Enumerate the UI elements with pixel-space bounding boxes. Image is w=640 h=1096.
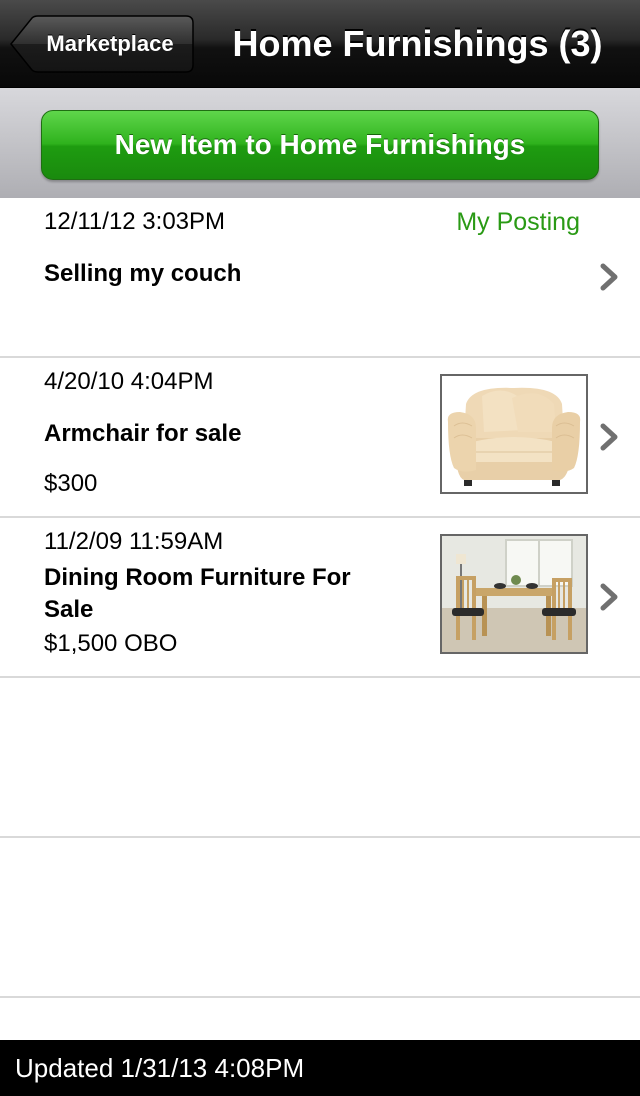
listing-title: Armchair for sale [44,420,242,447]
listing-date: 11/2/09 11:59AM [44,528,224,555]
my-posting-badge: My Posting [456,208,580,236]
listing-date: 12/11/12 3:03PM [44,208,226,235]
listing-title: Dining Room Furniture For Sale [44,564,351,623]
list-item[interactable]: 11/2/09 11:59AM Dining Room Furniture Fo… [0,518,640,678]
dining-room-image [442,536,586,652]
page-title: Home Furnishings (3) [232,23,603,64]
listing-title: Selling my couch [44,260,242,287]
list-item[interactable]: 12/11/12 3:03PM My Posting Selling my co… [0,198,640,358]
chevron-right-icon [600,583,618,611]
status-footer: Updated 1/31/13 4:08PM [0,1040,640,1096]
listing-date: 4/20/10 4:04PM [44,368,214,395]
chevron-right-icon [600,423,618,451]
listing-price: $1,500 OBO [44,630,178,657]
updated-timestamp: Updated 1/31/13 4:08PM [15,1053,305,1083]
action-band: New Item to Home Furnishings [0,88,640,198]
navigation-bar: Marketplace Home Furnishings (3) [0,0,640,88]
back-button-label: Marketplace [46,31,174,56]
list-item[interactable]: 4/20/10 4:04PM Armchair for sale $300 [0,358,640,518]
empty-row [0,678,640,838]
chevron-right-icon [600,263,618,291]
new-item-button[interactable]: New Item to Home Furnishings [41,110,599,180]
listing-price: $300 [44,470,98,497]
armchair-thumbnail [440,374,588,494]
dining-room-thumbnail [440,534,588,654]
back-button-marketplace[interactable]: Marketplace [10,15,194,73]
empty-row [0,838,640,998]
armchair-image [442,376,586,492]
